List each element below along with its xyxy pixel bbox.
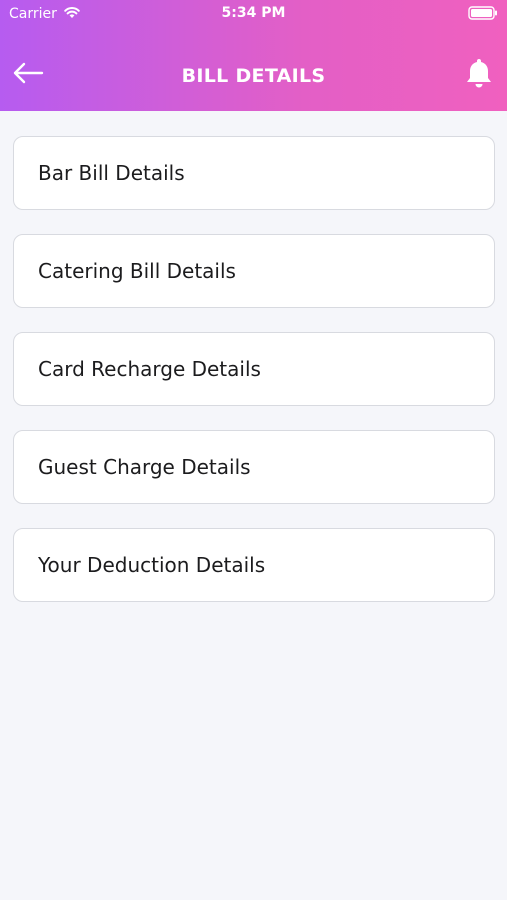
list-item-label: Guest Charge Details [38,455,251,479]
list-item-label: Catering Bill Details [38,259,236,283]
status-bar: Carrier 5:34 PM [0,0,507,28]
list-item-label: Card Recharge Details [38,357,261,381]
status-time: 5:34 PM [221,5,286,21]
battery-icon [468,6,498,24]
list-item-bar-bill[interactable]: Bar Bill Details [13,136,495,210]
list-item-label: Bar Bill Details [38,161,185,185]
list-item-your-deduction[interactable]: Your Deduction Details [13,528,495,602]
list-item-catering-bill[interactable]: Catering Bill Details [13,234,495,308]
bell-icon [465,57,493,93]
notifications-button[interactable] [463,57,495,93]
app-header: Carrier 5:34 PM BILL DETAILS [0,0,507,111]
list-item-card-recharge[interactable]: Card Recharge Details [13,332,495,406]
bill-details-list: Bar Bill Details Catering Bill Details C… [13,136,495,626]
page-title: BILL DETAILS [181,65,326,87]
nav-bar: BILL DETAILS [0,48,507,104]
list-item-guest-charge[interactable]: Guest Charge Details [13,430,495,504]
list-item-label: Your Deduction Details [38,553,266,577]
